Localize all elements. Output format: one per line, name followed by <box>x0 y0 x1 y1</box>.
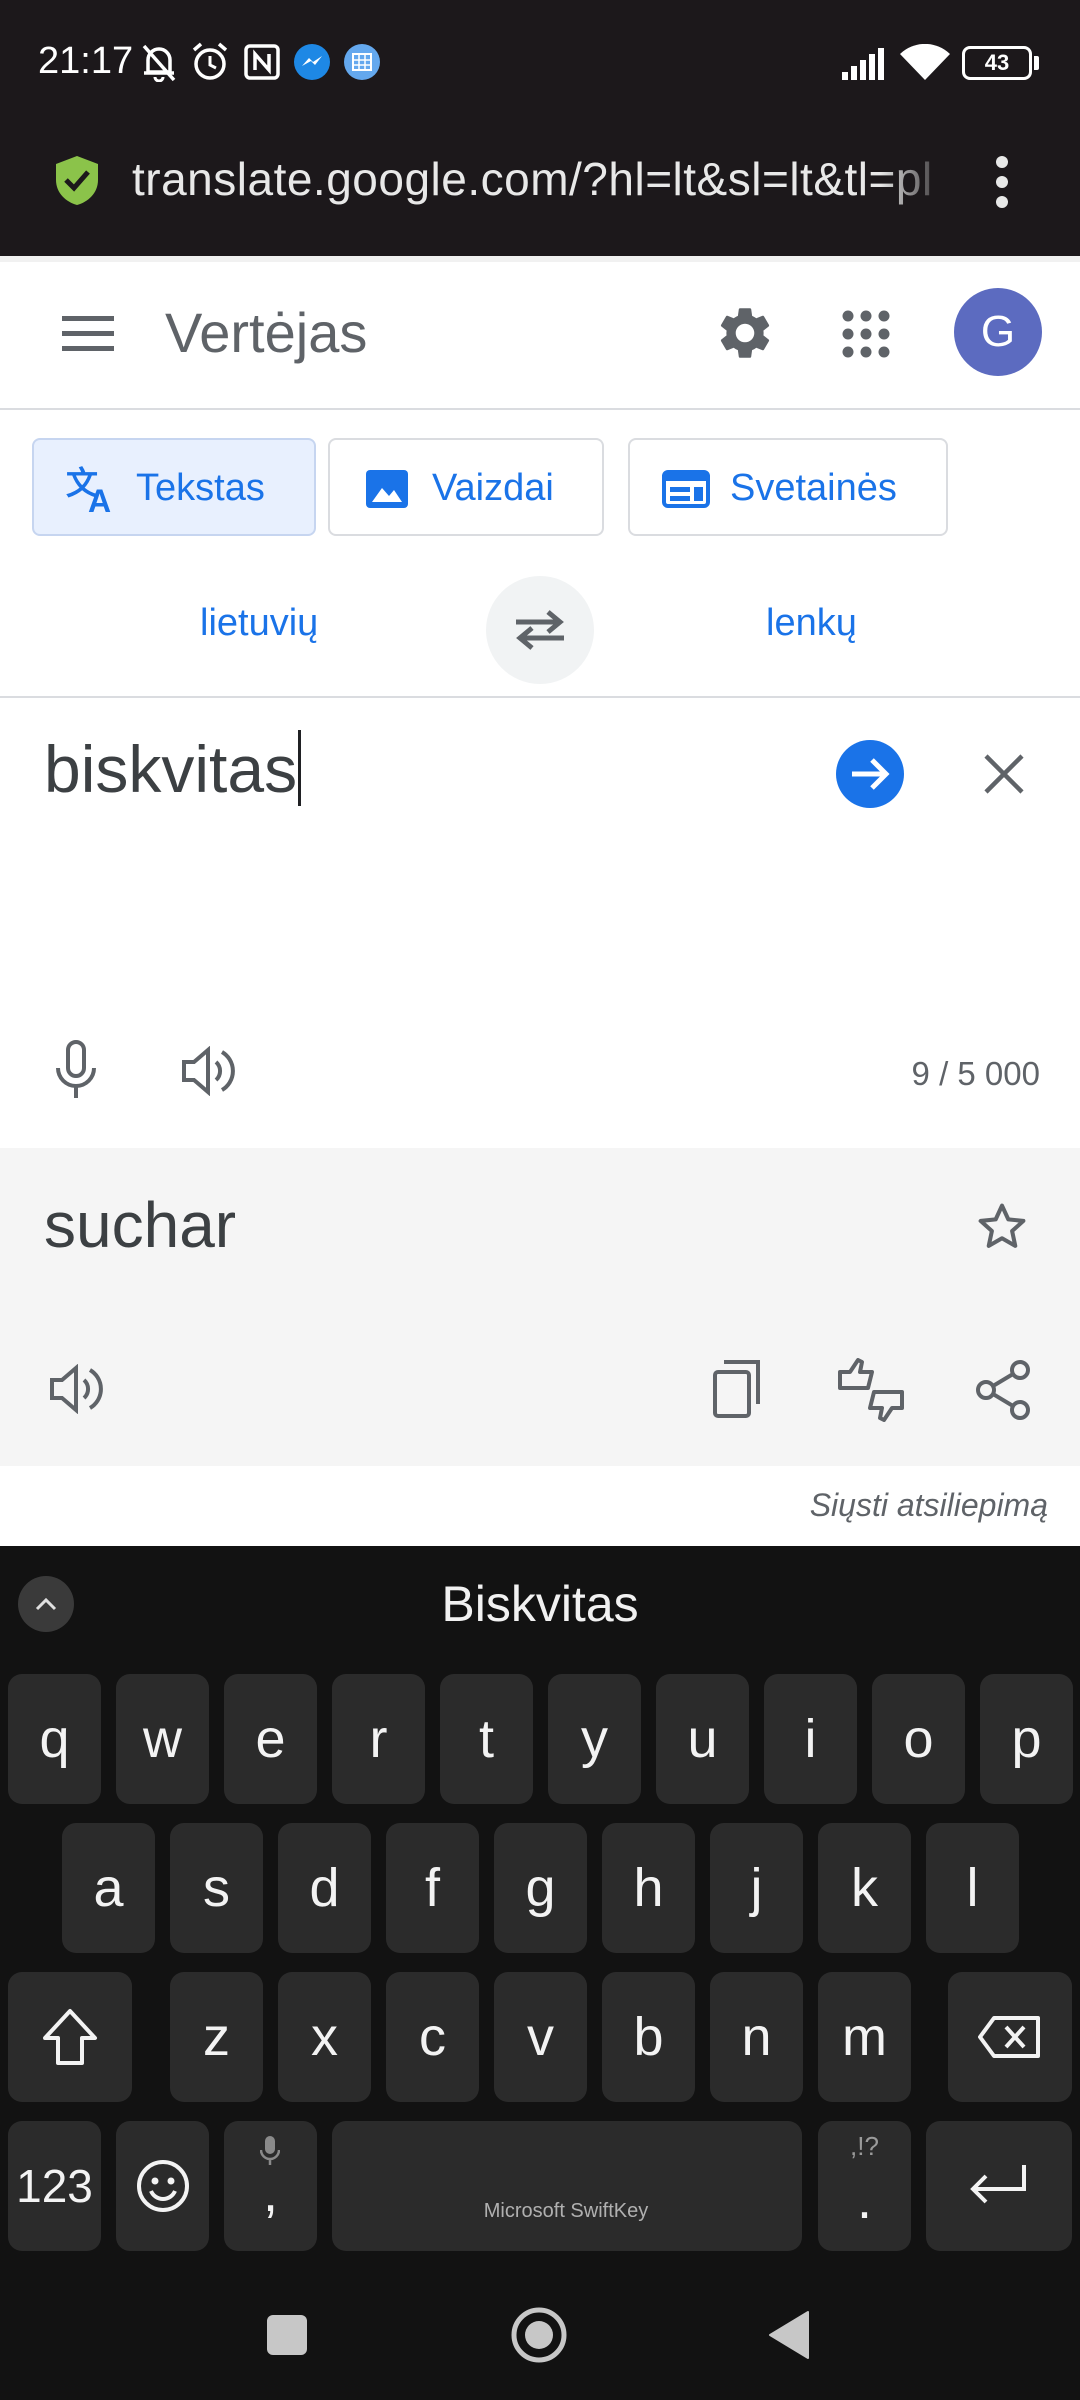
backspace-key[interactable] <box>948 1972 1072 2102</box>
url-text[interactable]: translate.google.com/?hl=lt&sl=lt&tl=pl <box>132 152 952 212</box>
more-vert-icon[interactable] <box>990 152 1014 212</box>
wifi-icon <box>900 44 950 80</box>
source-language-button[interactable]: lietuvių <box>200 602 318 645</box>
bell-off-icon <box>142 44 176 82</box>
enter-key[interactable] <box>926 2121 1072 2251</box>
key-a[interactable]: a <box>62 1823 155 1953</box>
battery-level: 43 <box>984 50 1010 75</box>
alarm-icon <box>192 42 228 80</box>
key-u[interactable]: u <box>656 1674 749 1804</box>
menu-icon[interactable] <box>62 316 114 352</box>
period-key[interactable]: ,!? . <box>818 2121 911 2251</box>
key-y[interactable]: y <box>548 1674 641 1804</box>
key-g[interactable]: g <box>494 1823 587 1953</box>
send-feedback-link[interactable]: Siųsti atsiliepimą <box>810 1487 1048 1524</box>
speaker-icon[interactable] <box>182 1046 238 1096</box>
enter-icon <box>970 2165 1026 2204</box>
translate-go-button[interactable] <box>836 740 904 808</box>
home-button[interactable] <box>510 2306 568 2364</box>
target-language-button[interactable]: lenkų <box>766 602 857 645</box>
tab-text-label: Tekstas <box>136 467 265 509</box>
tab-websites-label: Svetainės <box>730 467 897 509</box>
avatar[interactable]: G <box>954 288 1042 376</box>
key-w[interactable]: w <box>116 1674 209 1804</box>
source-input-text: biskvitas <box>44 732 298 806</box>
key-e[interactable]: e <box>224 1674 317 1804</box>
messenger-icon <box>294 44 330 80</box>
shield-check-icon[interactable] <box>54 154 100 206</box>
key-h[interactable]: h <box>602 1823 695 1953</box>
clear-input-button[interactable] <box>982 752 1026 796</box>
key-n[interactable]: n <box>710 1972 803 2102</box>
divider <box>0 696 1080 698</box>
settings-icon[interactable] <box>714 302 776 364</box>
source-input[interactable]: biskvitas <box>44 730 302 807</box>
comma-label: , <box>262 2163 278 2223</box>
key-q[interactable]: q <box>8 1674 101 1804</box>
key-b[interactable]: b <box>602 1972 695 2102</box>
tab-images[interactable]: Vaizdai <box>328 438 604 536</box>
shift-key[interactable] <box>8 1972 132 2102</box>
key-v[interactable]: v <box>494 1972 587 2102</box>
key-k[interactable]: k <box>818 1823 911 1953</box>
result-speaker-icon[interactable] <box>50 1364 106 1414</box>
translate-icon: 文 A <box>66 465 111 514</box>
key-z[interactable]: z <box>170 1972 263 2102</box>
microphone-icon[interactable] <box>54 1040 98 1102</box>
key-j[interactable]: j <box>710 1823 803 1953</box>
image-icon <box>366 470 408 508</box>
key-c[interactable]: c <box>386 1972 479 2102</box>
character-count: 9 / 5 000 <box>911 1055 1040 1092</box>
web-icon <box>662 470 710 508</box>
battery-tip <box>1034 56 1039 70</box>
emoji-icon <box>137 2160 189 2212</box>
tab-text[interactable]: 文 A Tekstas <box>32 438 316 536</box>
share-icon[interactable] <box>976 1360 1032 1420</box>
swap-icon <box>516 610 564 650</box>
numbers-key[interactable]: 123 <box>8 2121 101 2251</box>
rate-translation-icon[interactable] <box>836 1358 906 1422</box>
translation-output: suchar <box>44 1189 237 1261</box>
key-s[interactable]: s <box>170 1823 263 1953</box>
battery-icon: 43 <box>962 46 1032 80</box>
app-title: Vertėjas <box>165 301 368 364</box>
star-icon[interactable] <box>974 1200 1030 1254</box>
space-key-label: Microsoft SwiftKey <box>483 2200 649 2222</box>
period-label: . <box>856 2170 872 2230</box>
emoji-key[interactable] <box>116 2121 209 2251</box>
nfc-icon <box>244 44 280 80</box>
key-p[interactable]: p <box>980 1674 1073 1804</box>
signal-icon <box>842 48 884 80</box>
app-header <box>0 256 1080 410</box>
key-x[interactable]: x <box>278 1972 371 2102</box>
app-icon <box>344 44 380 80</box>
swap-languages-button[interactable] <box>486 576 594 684</box>
comma-key[interactable]: , <box>224 2121 317 2251</box>
tab-websites[interactable]: Svetainės <box>628 438 948 536</box>
apps-icon[interactable] <box>842 310 890 358</box>
key-r[interactable]: r <box>332 1674 425 1804</box>
backspace-icon <box>978 2016 1040 2058</box>
status-time: 21:17 <box>38 40 134 82</box>
tab-images-label: Vaizdai <box>432 467 554 509</box>
back-button[interactable] <box>768 2310 810 2360</box>
key-d[interactable]: d <box>278 1823 371 1953</box>
text-caret <box>298 730 302 806</box>
key-l[interactable]: l <box>926 1823 1019 1953</box>
key-o[interactable]: o <box>872 1674 965 1804</box>
shift-icon <box>43 2009 97 2065</box>
url-fade <box>880 150 950 214</box>
key-t[interactable]: t <box>440 1674 533 1804</box>
space-key[interactable] <box>332 2121 802 2251</box>
recents-button[interactable] <box>266 2314 308 2356</box>
key-i[interactable]: i <box>764 1674 857 1804</box>
copy-icon[interactable] <box>712 1360 762 1418</box>
word-suggestion[interactable]: Biskvitas <box>0 1575 1080 1633</box>
key-f[interactable]: f <box>386 1823 479 1953</box>
svg-text:A: A <box>88 483 111 514</box>
